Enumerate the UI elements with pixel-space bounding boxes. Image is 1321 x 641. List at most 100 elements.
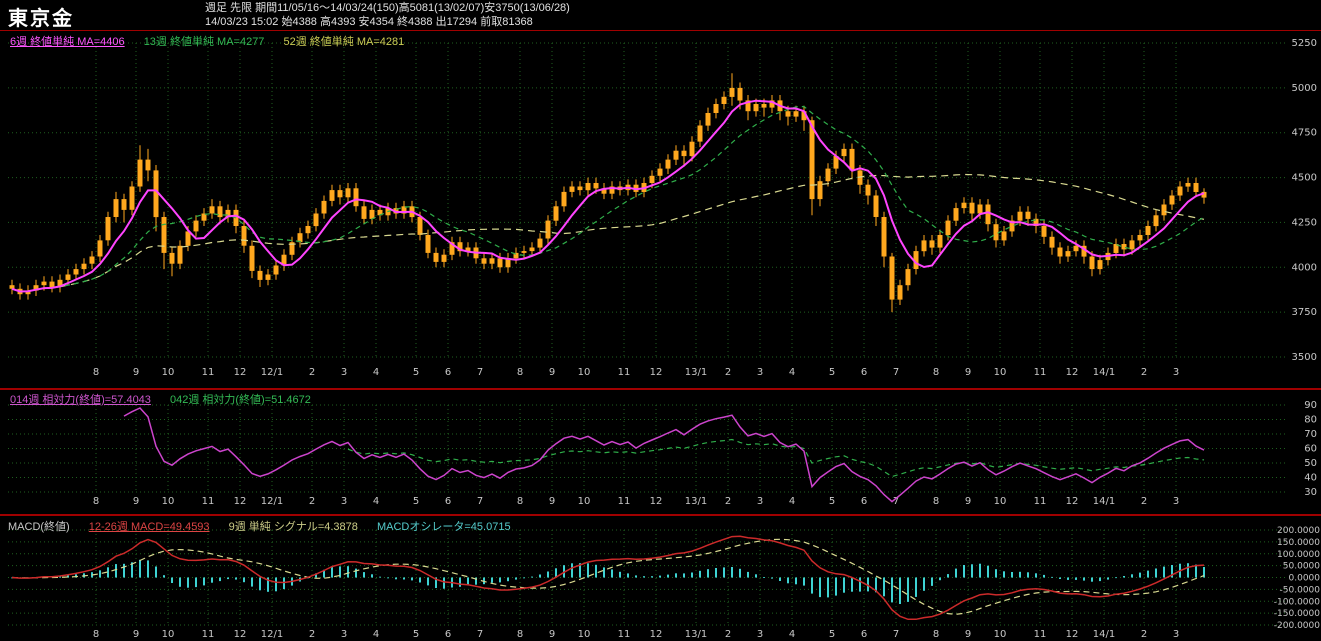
svg-text:6: 6	[861, 367, 867, 378]
svg-text:12/1: 12/1	[261, 496, 283, 507]
svg-text:11: 11	[202, 629, 215, 640]
svg-text:90: 90	[1304, 400, 1317, 411]
svg-text:3: 3	[757, 367, 763, 378]
svg-text:-50.0000: -50.0000	[1280, 585, 1321, 595]
svg-text:12: 12	[1066, 629, 1079, 640]
ma13-label: 13週 終値単純 MA=4277	[143, 36, 265, 48]
svg-text:100.0000: 100.0000	[1277, 550, 1320, 560]
svg-text:2: 2	[1141, 367, 1147, 378]
svg-text:7: 7	[477, 367, 483, 378]
svg-text:6: 6	[445, 367, 451, 378]
quote-info: 14/03/23 15:02 始4388 高4393 安4354 終4388 出…	[205, 16, 533, 28]
svg-text:4250: 4250	[1292, 217, 1317, 228]
svg-text:12: 12	[234, 629, 247, 640]
svg-text:4: 4	[373, 367, 379, 378]
svg-text:12/1: 12/1	[261, 367, 283, 378]
svg-text:9: 9	[965, 367, 971, 378]
svg-text:4: 4	[373, 496, 379, 507]
svg-text:7: 7	[893, 629, 899, 640]
instrument-title: 東京金	[8, 8, 74, 30]
svg-text:9: 9	[549, 629, 555, 640]
svg-text:8: 8	[93, 367, 99, 378]
svg-text:3: 3	[341, 629, 347, 640]
svg-text:10: 10	[994, 367, 1007, 378]
svg-text:14/1: 14/1	[1093, 496, 1115, 507]
svg-text:2: 2	[1141, 496, 1147, 507]
svg-text:10: 10	[578, 496, 591, 507]
rsi-panel: 014週 相対力(終値)=57.4043 042週 相対力(終値)=51.467…	[0, 390, 1321, 514]
svg-text:50: 50	[1304, 458, 1317, 469]
svg-text:5: 5	[413, 629, 419, 640]
macd-signal-label: 9週 単純 シグナル=4.3878	[228, 521, 358, 533]
svg-text:3: 3	[341, 496, 347, 507]
svg-text:9: 9	[549, 496, 555, 507]
svg-text:200.0000: 200.0000	[1277, 526, 1320, 536]
svg-text:11: 11	[618, 367, 631, 378]
header-info: 週足 先限 期間11/05/16～14/03/24(150)高5081(13/0…	[205, 1, 570, 29]
svg-text:6: 6	[861, 629, 867, 640]
svg-text:12: 12	[650, 367, 663, 378]
svg-text:5: 5	[829, 629, 835, 640]
svg-text:150.0000: 150.0000	[1277, 538, 1320, 548]
header-bar: 東京金 週足 先限 期間11/05/16～14/03/24(150)高5081(…	[0, 0, 1321, 31]
macd-panel: MACD(終値) 12-26週 MACD=49.4593 9週 単純 シグナル=…	[0, 516, 1321, 641]
svg-text:12: 12	[650, 629, 663, 640]
svg-text:2: 2	[309, 496, 315, 507]
svg-text:3: 3	[757, 496, 763, 507]
svg-text:12: 12	[1066, 367, 1079, 378]
svg-text:8: 8	[933, 367, 939, 378]
svg-text:10: 10	[994, 629, 1007, 640]
svg-text:9: 9	[133, 629, 139, 640]
svg-text:10: 10	[994, 496, 1007, 507]
svg-text:4: 4	[789, 367, 795, 378]
rsi42-label: 042週 相対力(終値)=51.4672	[169, 394, 311, 406]
svg-text:60: 60	[1304, 444, 1317, 455]
svg-text:9: 9	[133, 367, 139, 378]
svg-text:4500: 4500	[1292, 173, 1317, 184]
svg-text:80: 80	[1304, 415, 1317, 426]
svg-text:7: 7	[477, 496, 483, 507]
svg-text:3: 3	[757, 629, 763, 640]
ma52-label: 52週 終値単純 MA=4281	[283, 36, 405, 48]
macd-legend: MACD(終値) 12-26週 MACD=49.4593 9週 単純 シグナル=…	[8, 518, 527, 534]
svg-text:11: 11	[1034, 367, 1047, 378]
svg-text:30: 30	[1304, 487, 1317, 498]
svg-text:11: 11	[1034, 496, 1047, 507]
svg-text:-100.0000: -100.0000	[1274, 597, 1320, 607]
svg-text:10: 10	[578, 629, 591, 640]
svg-text:8: 8	[93, 629, 99, 640]
svg-text:12: 12	[650, 496, 663, 507]
svg-text:3: 3	[1173, 367, 1179, 378]
trading-chart-screen: 東京金 週足 先限 期間11/05/16～14/03/24(150)高5081(…	[0, 0, 1321, 641]
svg-text:7: 7	[477, 629, 483, 640]
svg-text:11: 11	[618, 629, 631, 640]
svg-text:5: 5	[829, 496, 835, 507]
svg-text:2: 2	[309, 367, 315, 378]
macd-line-label: 12-26週 MACD=49.4593	[88, 521, 210, 533]
svg-text:7: 7	[893, 367, 899, 378]
svg-text:3: 3	[1173, 496, 1179, 507]
svg-text:9: 9	[965, 496, 971, 507]
svg-text:12: 12	[1066, 496, 1079, 507]
svg-text:3: 3	[1173, 629, 1179, 640]
chart-period-info: 週足 先限 期間11/05/16～14/03/24(150)高5081(13/0…	[205, 2, 570, 14]
svg-text:-200.0000: -200.0000	[1274, 621, 1320, 631]
rsi-chart: 90 80 70 60 50 40 30 8 9 10 11 12 12/1 2 3 4 5 6 7 8 9 10 11 12…	[8, 400, 1317, 507]
svg-text:6: 6	[861, 496, 867, 507]
svg-text:2: 2	[1141, 629, 1147, 640]
svg-text:8: 8	[93, 496, 99, 507]
svg-text:4750: 4750	[1292, 128, 1317, 139]
svg-text:2: 2	[725, 367, 731, 378]
svg-text:9: 9	[965, 629, 971, 640]
svg-text:5000: 5000	[1292, 83, 1317, 94]
svg-text:50.0000: 50.0000	[1283, 562, 1320, 572]
svg-text:8: 8	[933, 629, 939, 640]
svg-text:8: 8	[933, 496, 939, 507]
svg-text:2: 2	[725, 496, 731, 507]
svg-text:12/1: 12/1	[261, 629, 283, 640]
svg-text:40: 40	[1304, 473, 1317, 484]
svg-text:10: 10	[578, 367, 591, 378]
svg-text:0.0000: 0.0000	[1289, 574, 1321, 584]
svg-text:14/1: 14/1	[1093, 367, 1115, 378]
svg-text:-150.0000: -150.0000	[1274, 609, 1320, 619]
